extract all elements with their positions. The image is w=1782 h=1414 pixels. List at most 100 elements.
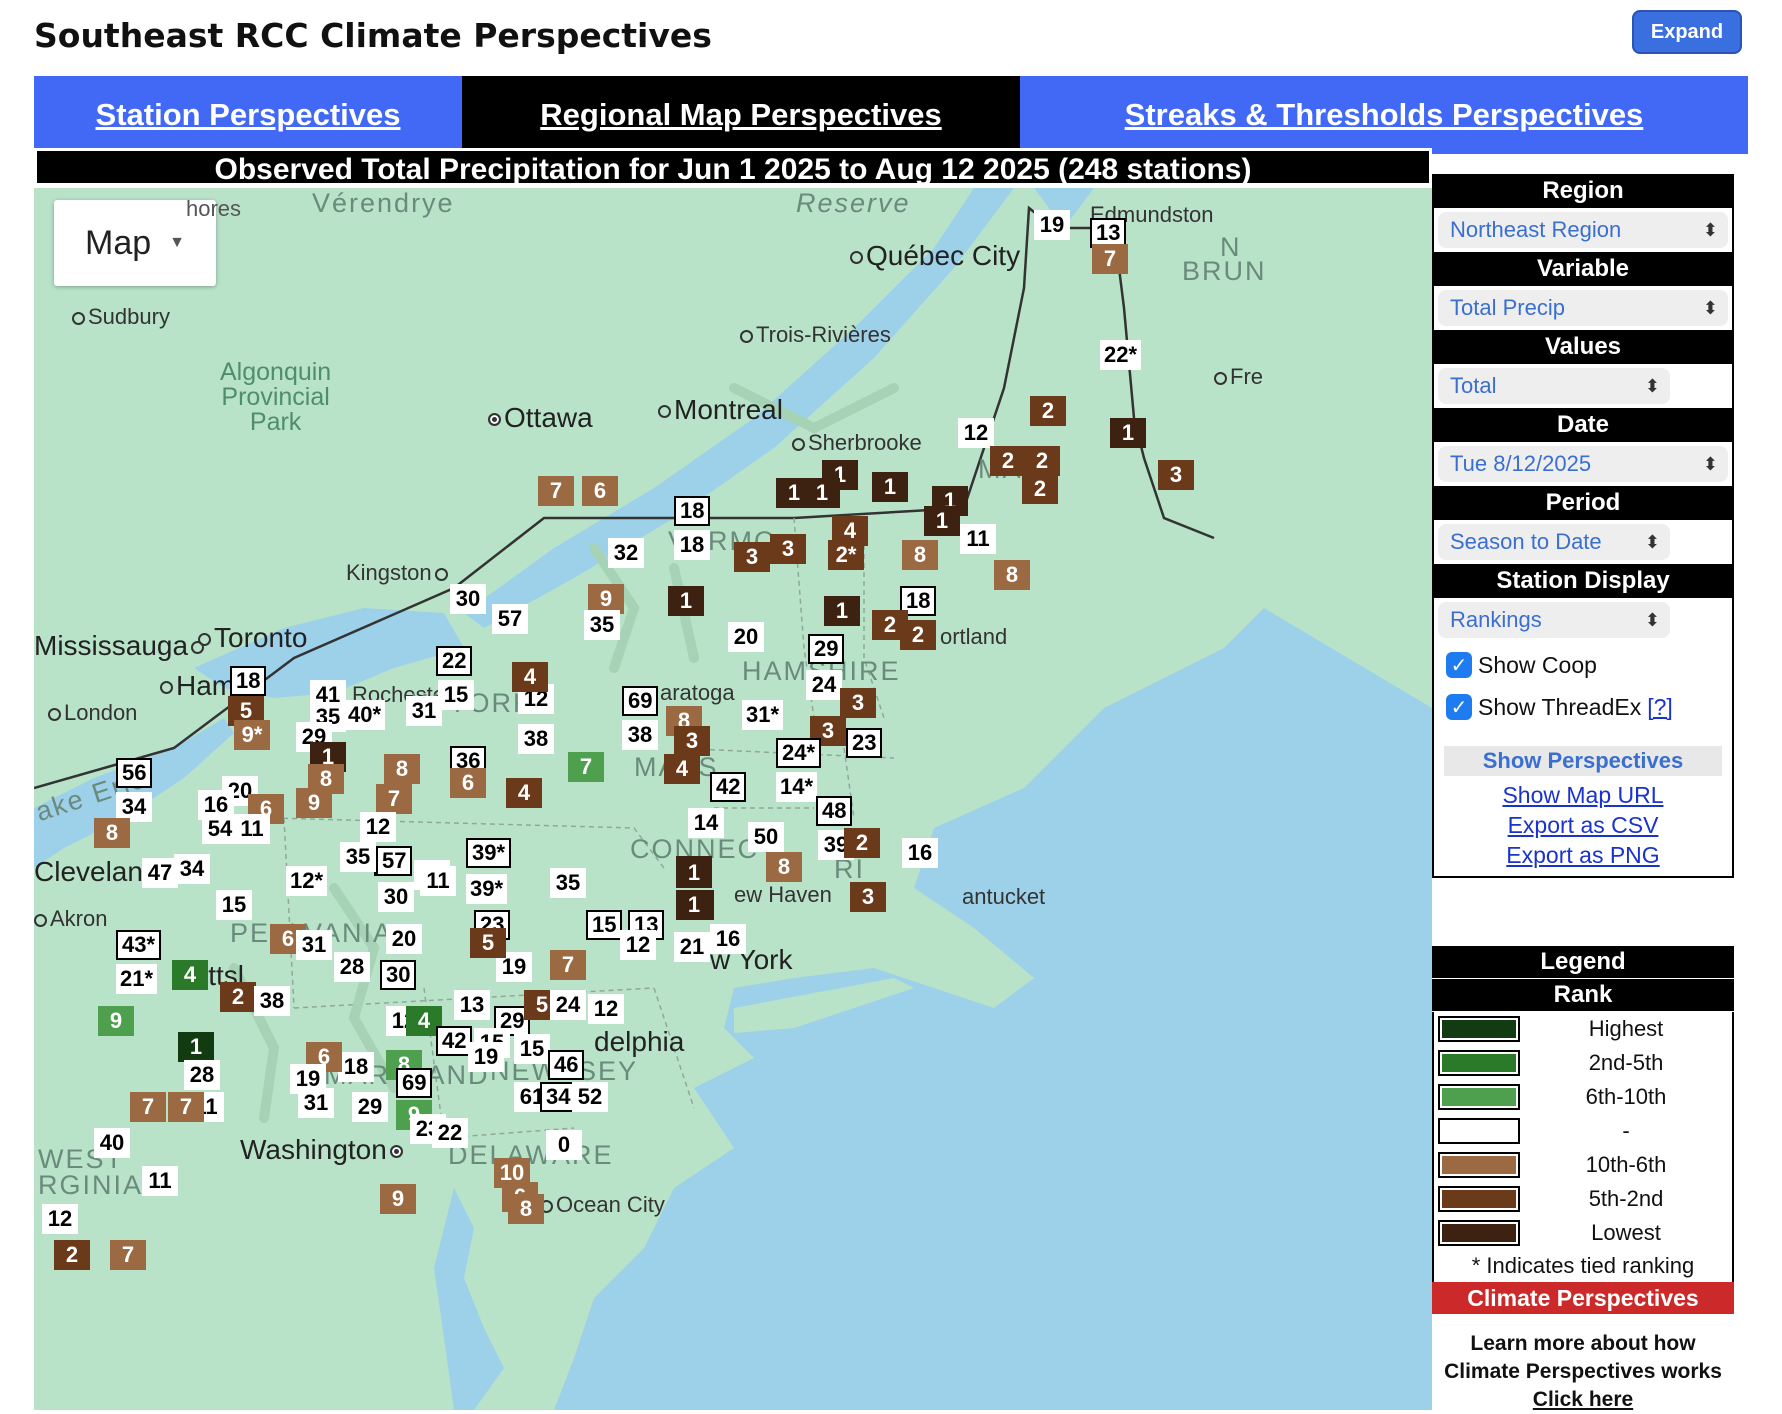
variable-select[interactable]: Total Precip ⬍	[1438, 290, 1728, 326]
station-marker[interactable]: 3	[840, 688, 876, 718]
station-marker[interactable]: 39*	[466, 874, 508, 904]
expand-button[interactable]: Expand	[1632, 10, 1742, 54]
station-marker[interactable]: 22	[432, 1118, 468, 1148]
tab-regional-map-perspectives[interactable]: Regional Map Perspectives	[462, 76, 1020, 154]
station-marker[interactable]: 31	[406, 696, 442, 726]
station-marker[interactable]: 30	[450, 584, 486, 614]
station-marker[interactable]: 3	[674, 726, 710, 756]
station-marker[interactable]: 11	[420, 866, 456, 896]
station-marker[interactable]: 7	[168, 1092, 204, 1122]
station-marker[interactable]: 9*	[234, 720, 270, 750]
station-marker[interactable]: 1	[824, 596, 860, 626]
station-marker[interactable]: 11	[234, 814, 270, 844]
station-marker[interactable]: 1	[924, 506, 960, 536]
station-marker[interactable]: 35	[550, 868, 586, 898]
station-marker[interactable]: 40*	[344, 700, 386, 730]
export-csv-link[interactable]: Export as CSV	[1438, 810, 1728, 840]
station-marker[interactable]: 38	[254, 986, 290, 1016]
station-marker[interactable]: 29	[808, 634, 845, 664]
station-marker[interactable]: 7	[130, 1092, 166, 1122]
station-marker[interactable]: 29	[352, 1092, 388, 1122]
station-marker[interactable]: 8	[766, 852, 802, 882]
station-marker[interactable]: 1	[178, 1032, 214, 1062]
station-marker[interactable]: 18	[674, 496, 711, 526]
station-marker[interactable]: 15	[216, 890, 252, 920]
station-marker[interactable]: 3	[850, 882, 886, 912]
station-marker[interactable]: 6	[450, 768, 486, 798]
station-marker[interactable]: 35	[584, 610, 620, 640]
station-marker[interactable]: 2	[54, 1240, 90, 1270]
station-marker[interactable]: 6	[582, 476, 618, 506]
station-marker[interactable]: 7	[110, 1240, 146, 1270]
station-marker[interactable]: 9	[296, 788, 332, 818]
station-marker[interactable]: 15	[514, 1034, 550, 1064]
station-marker[interactable]: 22*	[1100, 340, 1142, 370]
station-marker[interactable]: 43*	[116, 930, 162, 960]
station-marker[interactable]: 12*	[286, 866, 328, 896]
station-marker[interactable]: 18	[230, 666, 267, 696]
station-marker[interactable]: 54	[202, 814, 238, 844]
station-marker[interactable]: 57	[492, 604, 528, 634]
station-marker[interactable]: 24	[806, 670, 842, 700]
station-marker[interactable]: 2	[844, 828, 880, 858]
station-marker[interactable]: 1	[668, 586, 704, 616]
station-marker[interactable]: 2	[1022, 474, 1058, 504]
station-marker[interactable]: 23	[846, 728, 883, 758]
threadex-help-link[interactable]: [?]	[1647, 694, 1673, 721]
station-marker[interactable]: 7	[568, 752, 604, 782]
station-marker[interactable]: 38	[622, 720, 658, 750]
station-marker[interactable]: 40	[94, 1128, 130, 1158]
station-marker[interactable]: 38	[518, 724, 554, 754]
station-marker[interactable]: 48	[816, 796, 853, 826]
region-select[interactable]: Northeast Region ⬍	[1438, 212, 1728, 248]
station-marker[interactable]: 4	[664, 754, 700, 784]
station-marker[interactable]: 47	[142, 858, 178, 888]
station-marker[interactable]: 22	[436, 646, 473, 676]
station-marker[interactable]: 1	[676, 858, 712, 888]
station-marker[interactable]: 12	[620, 930, 656, 960]
station-marker[interactable]: 35	[340, 842, 376, 872]
station-marker[interactable]: 42	[710, 772, 747, 802]
station-marker[interactable]: 24	[550, 990, 586, 1020]
station-marker[interactable]: 12	[42, 1204, 78, 1234]
station-marker[interactable]: 8	[508, 1194, 544, 1224]
station-marker[interactable]: 19	[468, 1042, 504, 1072]
station-marker[interactable]: 16	[902, 838, 938, 868]
date-select[interactable]: Tue 8/12/2025 ⬍	[1438, 446, 1728, 482]
station-marker[interactable]: 31*	[742, 700, 784, 730]
station-marker[interactable]: 28	[184, 1060, 220, 1090]
station-marker[interactable]: 21	[674, 932, 710, 962]
station-marker[interactable]: 8	[902, 540, 938, 570]
station-marker[interactable]: 8	[384, 754, 420, 784]
station-marker[interactable]: 1	[804, 478, 840, 508]
station-marker[interactable]: 11	[142, 1166, 178, 1196]
station-marker[interactable]: 69	[622, 686, 659, 716]
export-png-link[interactable]: Export as PNG	[1438, 840, 1728, 870]
station-marker[interactable]: 32	[608, 538, 644, 568]
station-marker[interactable]: 8	[994, 560, 1030, 590]
station-marker[interactable]: 39*	[466, 838, 512, 868]
show-threadex-checkbox[interactable]: ✓	[1446, 694, 1472, 720]
station-marker[interactable]: 15	[586, 910, 623, 940]
station-marker[interactable]: 69	[396, 1068, 433, 1098]
station-marker[interactable]: 46	[548, 1050, 585, 1080]
station-marker[interactable]: 56	[116, 758, 153, 788]
station-marker[interactable]: 2	[900, 620, 936, 650]
station-marker[interactable]: 3	[1158, 460, 1194, 490]
station-marker[interactable]: 12	[360, 812, 396, 842]
station-marker[interactable]: 31	[296, 930, 332, 960]
station-marker[interactable]: 12	[958, 418, 994, 448]
station-marker[interactable]: 0	[546, 1130, 582, 1160]
station-marker[interactable]: 52	[572, 1082, 608, 1112]
station-marker[interactable]: 2	[990, 446, 1026, 476]
station-marker[interactable]: 34	[174, 854, 210, 884]
station-marker[interactable]: 30	[378, 882, 414, 912]
station-marker[interactable]: 3	[770, 534, 806, 564]
station-marker[interactable]: 30	[380, 960, 417, 990]
map-canvas[interactable]: Map ▼ Québec City Trois-Rivières Montrea…	[34, 188, 1432, 1410]
station-marker[interactable]: 7	[1092, 244, 1128, 274]
station-marker[interactable]: 4	[506, 778, 542, 808]
station-marker[interactable]: 57	[376, 846, 413, 876]
station-marker[interactable]: 2	[220, 982, 256, 1012]
station-marker[interactable]: 18	[674, 530, 710, 560]
